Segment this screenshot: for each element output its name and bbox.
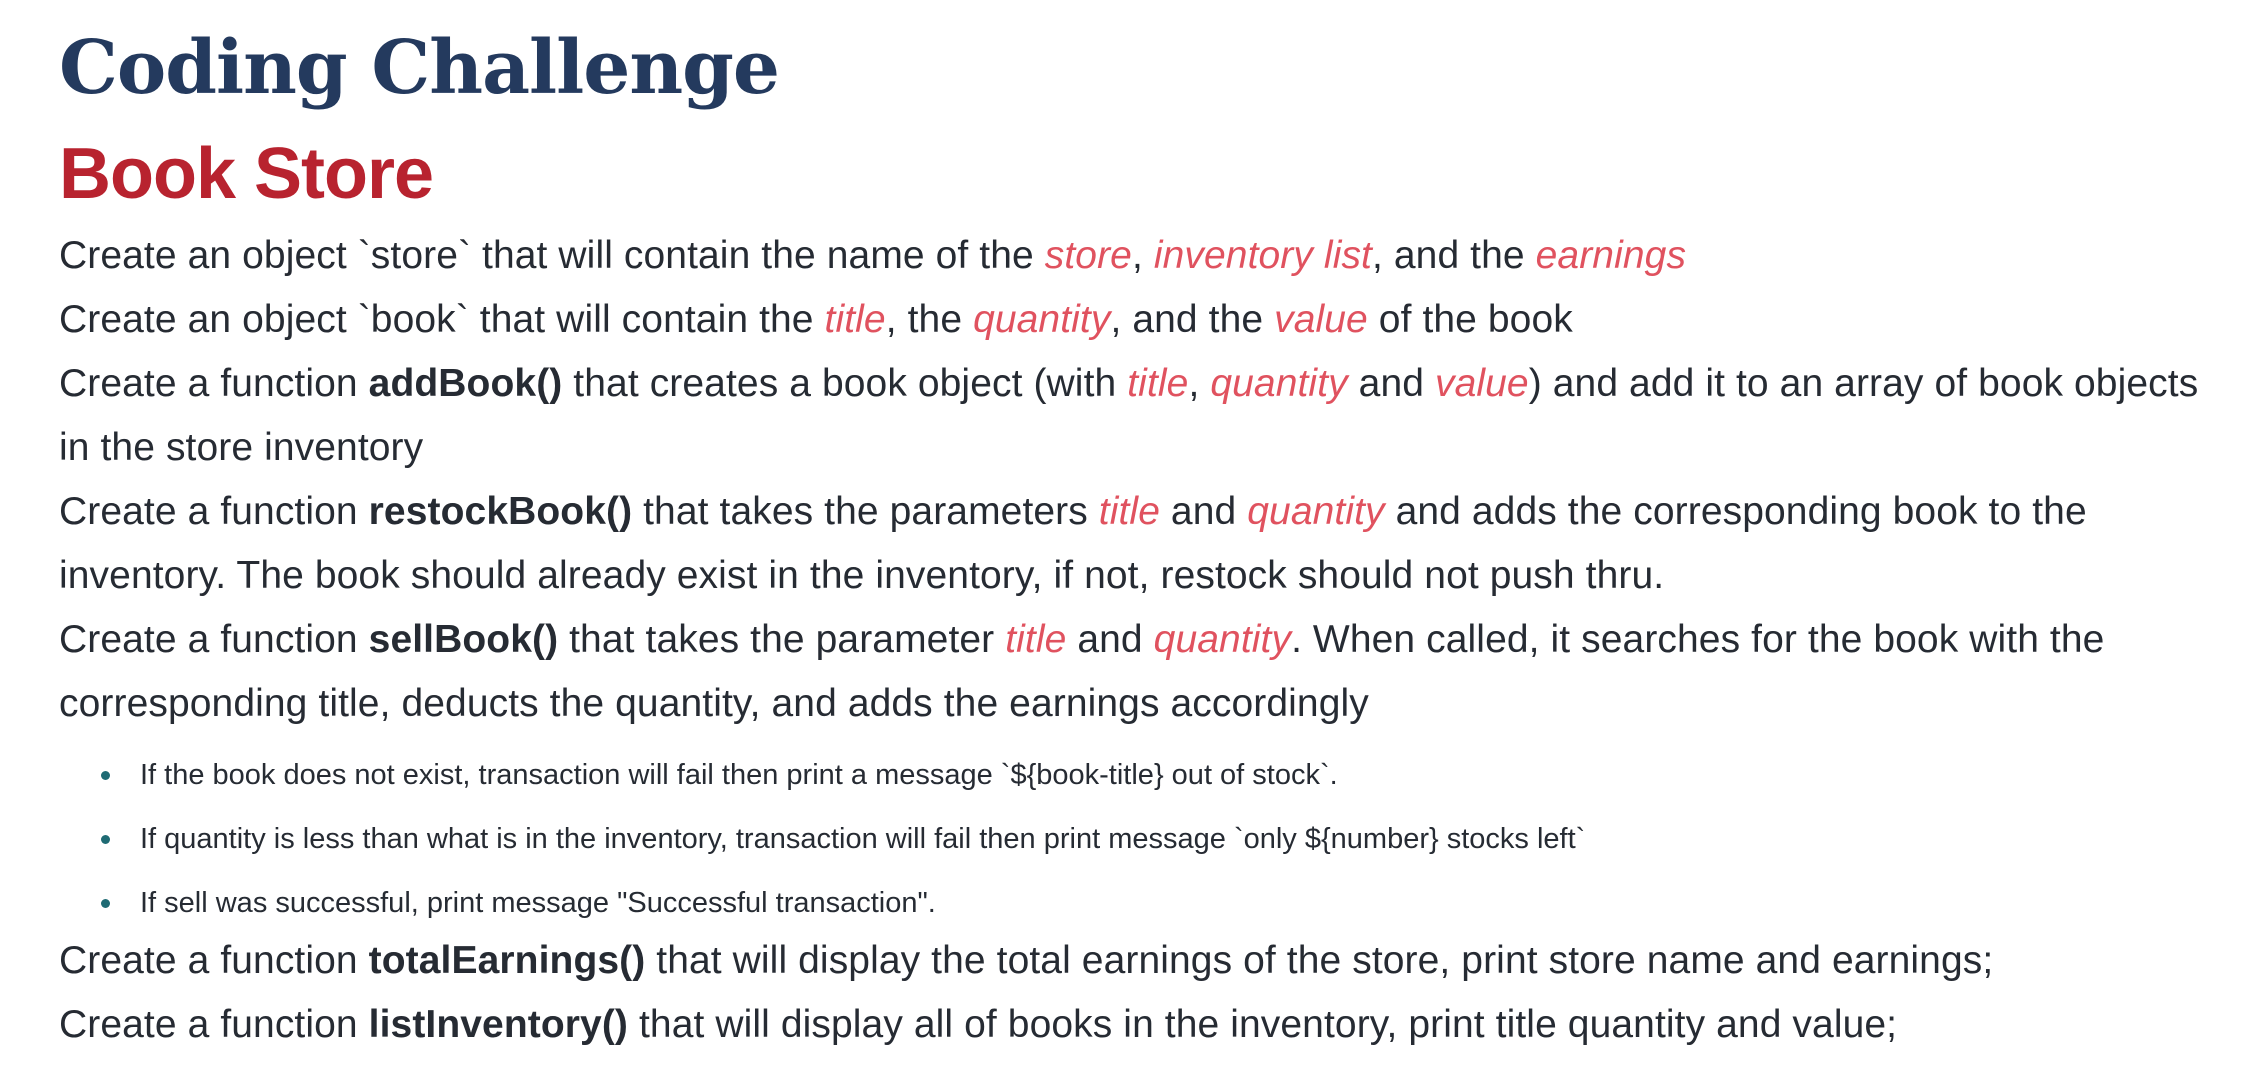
highlight-term: earnings	[1535, 234, 1687, 277]
highlight-term: quantity	[1153, 618, 1292, 661]
rule-text: If the book does not exist, transaction …	[140, 759, 1338, 791]
list-item: If quantity is less than what is in the …	[59, 807, 2239, 871]
highlight-term: store	[1044, 234, 1132, 277]
instruction-text: that creates a book object (with	[562, 362, 1128, 405]
instruction-text: and	[1160, 490, 1248, 533]
function-name: listInventory()	[368, 1003, 629, 1046]
restockbook-instruction: Create a function restockBook() that tak…	[59, 480, 2239, 608]
addbook-instruction: Create a function addBook() that creates…	[59, 352, 2239, 480]
rule-text: If quantity is less than what is in the …	[140, 823, 1586, 855]
bullet-icon	[101, 899, 110, 908]
listinventory-instruction: Create a function listInventory() that w…	[59, 993, 2239, 1057]
instruction-text: Create a function	[59, 490, 369, 533]
highlight-term: value	[1274, 298, 1368, 341]
function-name: sellBook()	[368, 618, 559, 661]
highlight-term: inventory list	[1153, 234, 1372, 277]
instruction-text: Create a function	[59, 618, 369, 661]
instruction-text: that will display the total earnings of …	[645, 939, 1994, 982]
highlight-term: quantity	[1247, 490, 1385, 533]
instruction-text: Create a function	[59, 1003, 369, 1046]
instruction-text: and	[1347, 362, 1435, 405]
highlight-term: title	[1005, 618, 1067, 661]
instruction-text: ,	[1188, 362, 1211, 405]
function-name: restockBook()	[368, 490, 633, 533]
instruction-text: , and the	[1372, 234, 1536, 277]
highlight-term: quantity	[1210, 362, 1348, 405]
page-subtitle: Book Store	[59, 134, 434, 214]
instruction-text: , the	[885, 298, 974, 341]
highlight-term: quantity	[973, 298, 1111, 341]
instruction-text: that takes the parameters	[632, 490, 1099, 533]
instruction-text: Create an object `store` that will conta…	[59, 234, 1045, 277]
highlight-term: value	[1434, 362, 1529, 405]
function-name: totalEarnings()	[368, 939, 646, 982]
bullet-icon	[101, 771, 110, 780]
sellbook-rules-list: If the book does not exist, transaction …	[59, 743, 2239, 935]
page-title: Coding Challenge	[59, 25, 780, 111]
list-item: If sell was successful, print message "S…	[59, 871, 2239, 935]
instruction-text: , and the	[1110, 298, 1275, 341]
rule-text: If sell was successful, print message "S…	[140, 887, 936, 919]
function-name: addBook()	[368, 362, 563, 405]
sellbook-instruction: Create a function sellBook() that takes …	[59, 608, 2239, 736]
instruction-text: Create a function	[59, 939, 369, 982]
instruction-text: that will display all of books in the in…	[628, 1003, 1898, 1046]
instruction-text: Create an object `book` that will contai…	[59, 298, 825, 341]
store-object-instruction: Create an object `store` that will conta…	[59, 224, 2239, 288]
bullet-icon	[101, 835, 110, 844]
list-item: If the book does not exist, transaction …	[59, 743, 2239, 807]
highlight-term: title	[1098, 490, 1160, 533]
instruction-text: and	[1066, 618, 1154, 661]
highlight-term: title	[1127, 362, 1189, 405]
totalearnings-instruction: Create a function totalEarnings() that w…	[59, 929, 2239, 993]
instruction-text: ,	[1131, 234, 1154, 277]
instruction-text: that takes the parameter	[558, 618, 1006, 661]
instruction-text: Create a function	[59, 362, 369, 405]
highlight-term: title	[824, 298, 886, 341]
instruction-text: of the book	[1367, 298, 1573, 341]
book-object-instruction: Create an object `book` that will contai…	[59, 288, 2239, 352]
